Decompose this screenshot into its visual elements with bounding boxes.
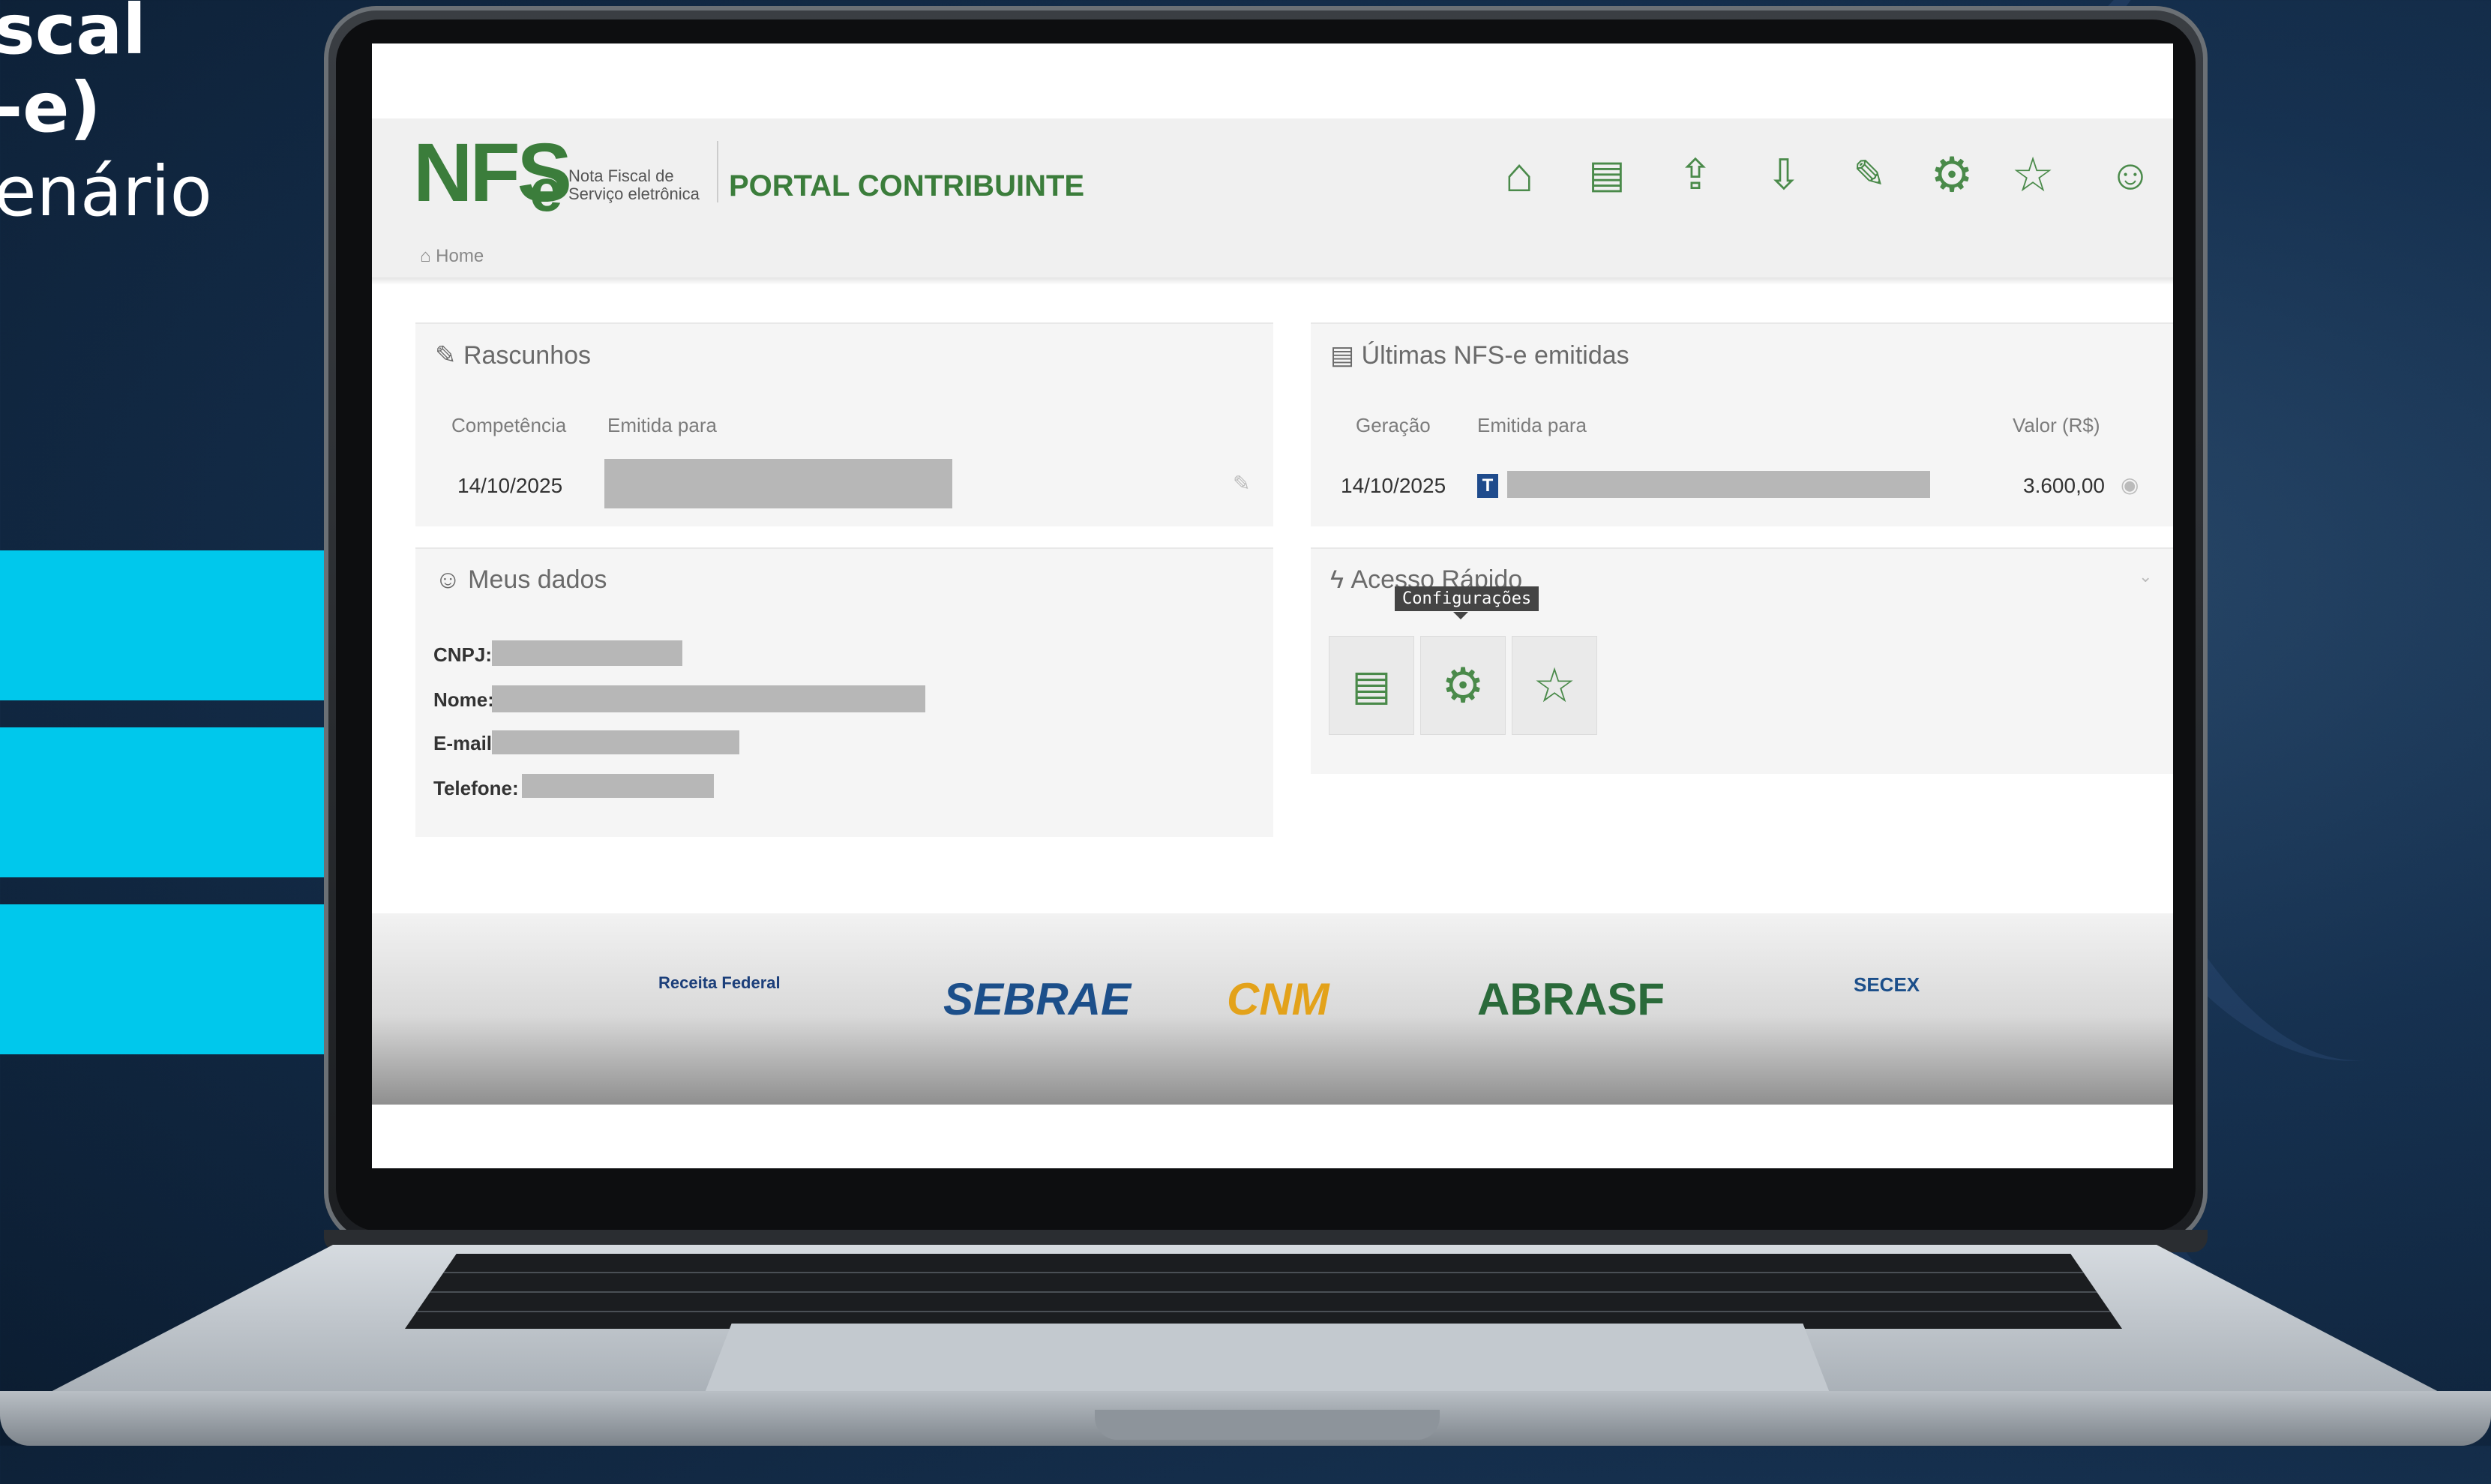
ultimas-nfse-panel: ▤ Últimas NFS-e emitidas Geração Emitida… bbox=[1311, 322, 2173, 526]
quick-gear-icon[interactable]: ⚙ bbox=[1420, 636, 1506, 735]
quick-emitir-nfse-icon[interactable]: ▤ bbox=[1329, 636, 1414, 735]
col-geracao: Geração bbox=[1356, 414, 1431, 436]
ultimas-title-text: Últimas NFS-e emitidas bbox=[1361, 341, 1629, 370]
configuracoes-tooltip: Configurações bbox=[1395, 586, 1539, 611]
receita-federal-logo: Receita Federal bbox=[658, 973, 781, 992]
secex-logo: SECEX bbox=[1854, 973, 1920, 996]
redacted-recipient bbox=[1507, 471, 1930, 498]
key-row bbox=[405, 1311, 2122, 1312]
redacted-telefone bbox=[522, 774, 714, 798]
portal-title: PORTAL CONTRIBUINTE bbox=[729, 169, 1085, 202]
redacted-recipient bbox=[604, 459, 952, 508]
overlay-line-1: scal bbox=[0, 0, 146, 70]
ultimas-title: ▤ Últimas NFS-e emitidas bbox=[1330, 341, 1629, 370]
chevron-down-icon[interactable]: ⌄ bbox=[2139, 567, 2152, 586]
nfse-logo-e: e bbox=[529, 157, 563, 223]
tooltip-arrow bbox=[1453, 612, 1468, 619]
email-label: E-mail bbox=[433, 732, 493, 754]
nfse-date[interactable]: 14/10/2025 bbox=[1341, 474, 1446, 498]
sebrae-logo: SEBRAE bbox=[943, 974, 1132, 1024]
telefone-label: Telefone: bbox=[433, 777, 519, 799]
overlay-line-2: -e) bbox=[0, 67, 101, 148]
redacted-nome bbox=[492, 685, 925, 712]
user-icon[interactable]: ☺ bbox=[2104, 141, 2157, 208]
nfse-logo-subtitle: Nota Fiscal de Serviço eletrônica bbox=[568, 167, 700, 203]
col-emitida-para: Emitida para bbox=[607, 414, 717, 436]
partners-footer bbox=[372, 913, 2173, 1168]
meus-dados-panel: ☺ Meus dados CNPJ: Nome: E-mail Telefone… bbox=[415, 547, 1273, 837]
home-icon[interactable]: ⌂ bbox=[1493, 141, 1545, 208]
abrasf-logo: ABRASF bbox=[1477, 974, 1665, 1024]
col-competencia: Competência bbox=[451, 414, 567, 436]
overlay-line-3: enário bbox=[0, 151, 212, 232]
tomador-badge: T bbox=[1477, 474, 1498, 498]
logo-separator bbox=[717, 141, 718, 202]
breadcrumb-home[interactable]: Home bbox=[436, 246, 484, 266]
rascunhos-title: ✎ Rascunhos bbox=[435, 341, 592, 370]
redacted-cnpj bbox=[492, 640, 682, 666]
download-doc-icon[interactable]: ⇩ bbox=[1758, 141, 1810, 208]
rascunho-date[interactable]: 14/10/2025 bbox=[457, 474, 562, 498]
laptop-screen: NFS e Nota Fiscal de Serviço eletrônica … bbox=[372, 43, 2173, 1168]
nome-label: Nome: bbox=[433, 688, 494, 711]
laptop-keyboard bbox=[405, 1254, 2122, 1329]
col-emitida-para: Emitida para bbox=[1477, 414, 1587, 436]
breadcrumb[interactable]: ⌂ Home bbox=[420, 246, 484, 267]
rascunhos-title-text: Rascunhos bbox=[463, 341, 592, 370]
nfse-valor: 3.600,00 bbox=[2023, 474, 2105, 497]
emitir-nfse-icon[interactable]: ▤ bbox=[1581, 141, 1633, 208]
gear-icon[interactable]: ⚙ bbox=[1926, 141, 1978, 208]
redacted-email bbox=[492, 730, 739, 754]
meus-dados-title: ☺ Meus dados bbox=[435, 565, 607, 594]
star-icon[interactable]: ☆ bbox=[2007, 141, 2059, 208]
rascunhos-panel: ✎ Rascunhos Competência Emitida para 14/… bbox=[415, 322, 1273, 526]
view-eye-icon[interactable]: ◉ bbox=[2121, 472, 2139, 497]
cnpj-label: CNPJ: bbox=[433, 643, 493, 666]
col-valor: Valor (R$) bbox=[2013, 414, 2100, 436]
key-row bbox=[405, 1272, 2122, 1273]
edit-draft-icon[interactable]: ✎ bbox=[1233, 471, 1250, 496]
logo-sub-line-2: Serviço eletrônica bbox=[568, 184, 700, 203]
header-shadow bbox=[372, 277, 2173, 285]
quick-star-icon[interactable]: ☆ bbox=[1512, 636, 1597, 735]
meus-dados-title-text: Meus dados bbox=[468, 565, 607, 594]
cnm-logo: CNM bbox=[1227, 974, 1329, 1024]
edit-doc-icon[interactable]: ✎ bbox=[1843, 141, 1896, 208]
upload-doc-icon[interactable]: ⇪ bbox=[1669, 141, 1722, 208]
logo-sub-line-1: Nota Fiscal de bbox=[568, 166, 674, 185]
laptop-notch bbox=[1095, 1410, 1440, 1440]
key-row bbox=[405, 1291, 2122, 1293]
